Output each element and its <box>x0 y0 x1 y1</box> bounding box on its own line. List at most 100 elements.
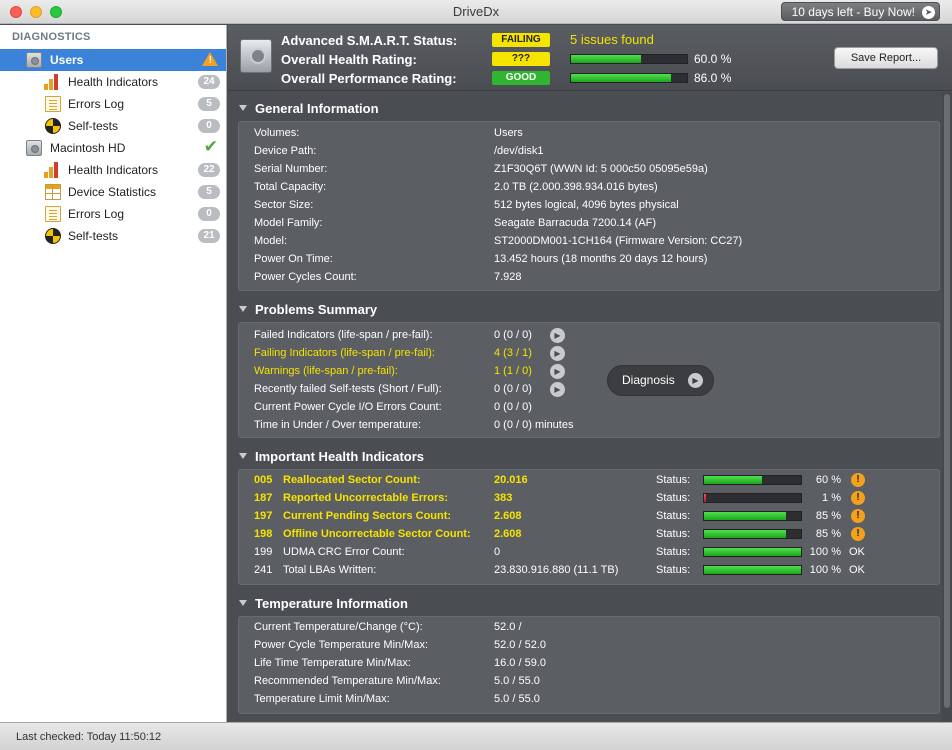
disclosure-triangle-icon[interactable] <box>239 105 247 111</box>
arrow-right-icon[interactable]: ▶ <box>550 328 565 343</box>
sidebar-item-health-indicators[interactable]: Health Indicators 24 <box>0 71 226 93</box>
sidebar-item-errors-log[interactable]: Errors Log 5 <box>0 93 226 115</box>
count-badge: 0 <box>198 207 220 221</box>
item-label: Self-tests <box>68 229 119 243</box>
indicator-percent: 1 % <box>822 492 841 504</box>
temperature-label: Recommended Temperature Min/Max: <box>254 675 441 687</box>
info-label: Device Path: <box>254 145 317 157</box>
disclosure-triangle-icon[interactable] <box>239 306 247 312</box>
arrow-right-icon[interactable]: ▶ <box>550 364 565 379</box>
indicator-id: 187 <box>254 492 273 504</box>
count-badge: 0 <box>198 119 220 133</box>
item-label: Self-tests <box>68 119 119 133</box>
info-label: Power On Time: <box>254 253 333 265</box>
problem-label: Recently failed Self-tests (Short / Full… <box>254 383 442 395</box>
info-label: Sector Size: <box>254 199 314 211</box>
log-icon <box>45 96 61 112</box>
disclosure-triangle-icon[interactable] <box>239 600 247 606</box>
warning-icon[interactable]: ! <box>851 509 865 523</box>
info-value: Users <box>494 127 523 139</box>
buy-now-label: 10 days left - Buy Now! <box>791 5 915 19</box>
self-test-icon <box>45 118 61 134</box>
temperature-value: 16.0 / 59.0 <box>494 657 546 669</box>
sidebar: DIAGNOSTICS Users ! Health Indicators 24… <box>0 25 227 722</box>
count-badge: 22 <box>198 163 220 177</box>
indicator-level-fill <box>704 530 787 538</box>
indicator-level-bar <box>703 529 802 539</box>
checkmark-icon: ✔ <box>203 137 218 156</box>
indicator-name: Offline Uncorrectable Sector Count: <box>283 528 471 540</box>
count-badge: 5 <box>198 185 220 199</box>
performance-rating-label: Overall Performance Rating: <box>281 71 457 86</box>
info-value: 7.928 <box>494 271 522 283</box>
arrow-right-icon[interactable]: ▶ <box>550 382 565 397</box>
health-rating-badge: ??? <box>492 52 550 66</box>
status-header: Advanced S.M.A.R.T. Status: FAILING 5 is… <box>228 25 952 91</box>
indicator-status-label: Status: <box>656 528 691 540</box>
vertical-scrollbar[interactable] <box>942 92 952 722</box>
health-indicators-panel: 005 Reallocated Sector Count: 20.016 Status… <box>238 469 940 585</box>
indicator-level-fill <box>704 512 787 520</box>
table-icon <box>45 184 61 200</box>
warning-icon[interactable]: ! <box>851 527 865 541</box>
indicator-status-label: Status: <box>656 510 691 522</box>
info-value: ST2000DM001-1CH164 (Firmware Version: CC… <box>494 235 743 247</box>
problem-label: Failed Indicators (life-span / pre-fail)… <box>254 329 433 341</box>
info-label: Power Cycles Count: <box>254 271 357 283</box>
performance-rating-badge: GOOD <box>492 71 550 85</box>
buy-now-button[interactable]: 10 days left - Buy Now! ➤ <box>780 2 940 21</box>
sidebar-item-self-tests[interactable]: Self-tests 21 <box>0 225 226 247</box>
self-test-icon <box>45 228 61 244</box>
bar-chart-icon <box>44 74 60 90</box>
hard-disk-icon <box>240 39 272 73</box>
warning-icon[interactable]: ! <box>851 473 865 487</box>
problem-value: 0 (0 / 0) <box>494 329 532 341</box>
sidebar-item-health-indicators[interactable]: Health Indicators 22 <box>0 159 226 181</box>
section-title-indicators: Important Health Indicators <box>255 449 425 464</box>
item-label: Errors Log <box>68 97 125 111</box>
arrow-right-icon[interactable]: ▶ <box>550 346 565 361</box>
warning-icon[interactable]: ! <box>851 491 865 505</box>
sidebar-item-device-statistics[interactable]: Device Statistics 5 <box>0 181 226 203</box>
sidebar-drive-macintosh-hd[interactable]: Macintosh HD ✔ <box>0 137 226 159</box>
item-label: Device Statistics <box>68 185 157 199</box>
smart-status-badge: FAILING <box>492 33 550 47</box>
indicator-level-fill <box>704 476 763 484</box>
indicator-id: 198 <box>254 528 273 540</box>
sidebar-item-errors-log[interactable]: Errors Log 0 <box>0 203 226 225</box>
arrow-right-icon: ▶ <box>688 373 703 388</box>
drive-name: Users <box>50 53 84 67</box>
info-value: 13.452 hours (18 months 20 days 12 hours… <box>494 253 708 265</box>
indicator-name: UDMA CRC Error Count: <box>283 546 405 558</box>
problems-summary-panel: Diagnosis ▶ Failed Indicators (life-span… <box>238 322 940 438</box>
item-label: Health Indicators <box>68 75 159 89</box>
sidebar-drive-users[interactable]: Users ! <box>0 49 226 71</box>
problem-value: 1 (1 / 0) <box>494 365 532 377</box>
hard-disk-icon <box>26 140 42 156</box>
diagnosis-label: Diagnosis <box>622 373 675 387</box>
diagnosis-button[interactable]: Diagnosis ▶ <box>607 365 714 396</box>
temperature-label: Power Cycle Temperature Min/Max: <box>254 639 429 651</box>
sidebar-item-self-tests[interactable]: Self-tests 0 <box>0 115 226 137</box>
indicator-status-label: Status: <box>656 564 691 576</box>
item-label: Health Indicators <box>68 163 159 177</box>
temperature-value: 52.0 / <box>494 621 522 633</box>
indicator-status-label: Status: <box>656 492 691 504</box>
save-report-button[interactable]: Save Report... <box>834 47 938 69</box>
indicator-id: 241 <box>254 564 273 576</box>
indicator-id: 199 <box>254 546 273 558</box>
indicator-percent: 85 % <box>815 510 841 522</box>
problem-value: 4 (3 / 1) <box>494 347 532 359</box>
problem-label: Failing Indicators (life-span / pre-fail… <box>254 347 435 359</box>
indicator-level-bar <box>703 565 802 575</box>
log-icon <box>45 206 61 222</box>
scrollbar-thumb[interactable] <box>944 94 950 708</box>
last-checked-text: Last checked: Today 11:50:12 <box>16 731 162 743</box>
hard-disk-icon <box>26 52 42 68</box>
performance-rating-fill <box>571 74 671 82</box>
temperature-value: 52.0 / 52.0 <box>494 639 546 651</box>
disclosure-triangle-icon[interactable] <box>239 453 247 459</box>
problem-value: 0 (0 / 0) <box>494 383 532 395</box>
temperature-label: Temperature Limit Min/Max: <box>254 693 390 705</box>
section-title-problems: Problems Summary <box>255 302 378 317</box>
